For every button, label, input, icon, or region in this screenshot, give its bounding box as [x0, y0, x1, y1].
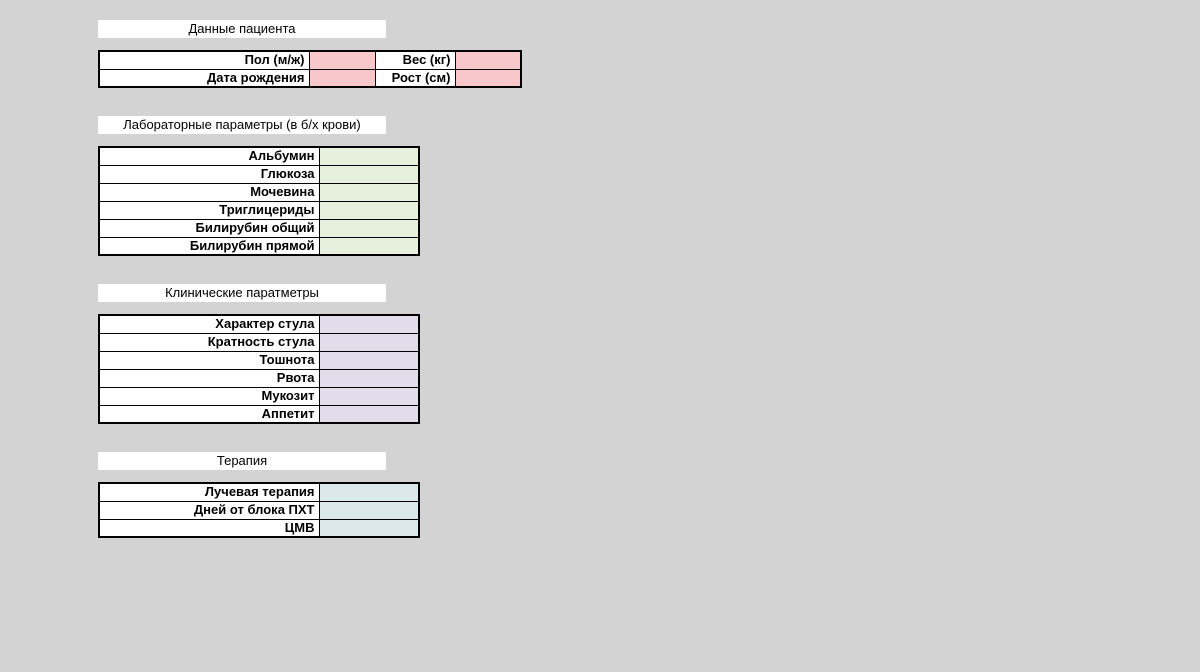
value-appetite[interactable]: [319, 405, 419, 423]
table-row: Глюкоза: [99, 165, 419, 183]
table-row: Кратность стула: [99, 333, 419, 351]
label-weight: Вес (кг): [375, 51, 455, 69]
value-weight[interactable]: [455, 51, 521, 69]
value-days-pht[interactable]: [319, 501, 419, 519]
table-row: Мочевина: [99, 183, 419, 201]
label-albumin: Альбумин: [99, 147, 319, 165]
label-urea: Мочевина: [99, 183, 319, 201]
label-stool-frequency: Кратность стула: [99, 333, 319, 351]
value-urea[interactable]: [319, 183, 419, 201]
value-birthdate[interactable]: [309, 69, 375, 87]
table-row: Мукозит: [99, 387, 419, 405]
label-sex: Пол (м/ж): [99, 51, 309, 69]
label-cmv: ЦМВ: [99, 519, 319, 537]
table-row: Тошнота: [99, 351, 419, 369]
table-therapy: Лучевая терапия Дней от блока ПХТ ЦМВ: [98, 482, 420, 538]
label-appetite: Аппетит: [99, 405, 319, 423]
label-radiation: Лучевая терапия: [99, 483, 319, 501]
value-height[interactable]: [455, 69, 521, 87]
value-bilirubin-direct[interactable]: [319, 237, 419, 255]
section-title-patient: Данные пациента: [98, 20, 386, 38]
label-nausea: Тошнота: [99, 351, 319, 369]
section-lab: Лабораторные параметры (в б/х крови) Аль…: [98, 116, 1200, 256]
table-row: Билирубин прямой: [99, 237, 419, 255]
section-title-lab: Лабораторные параметры (в б/х крови): [98, 116, 386, 134]
table-row: Пол (м/ж) Вес (кг): [99, 51, 521, 69]
value-sex[interactable]: [309, 51, 375, 69]
value-stool-character[interactable]: [319, 315, 419, 333]
value-mucositis[interactable]: [319, 387, 419, 405]
label-glucose: Глюкоза: [99, 165, 319, 183]
section-title-clinical: Клинические паратметры: [98, 284, 386, 302]
label-bilirubin-direct: Билирубин прямой: [99, 237, 319, 255]
value-radiation[interactable]: [319, 483, 419, 501]
table-row: Триглицериды: [99, 201, 419, 219]
table-clinical: Характер стула Кратность стула Тошнота Р…: [98, 314, 420, 424]
table-row: Альбумин: [99, 147, 419, 165]
label-days-pht: Дней от блока ПХТ: [99, 501, 319, 519]
table-row: Дней от блока ПХТ: [99, 501, 419, 519]
value-albumin[interactable]: [319, 147, 419, 165]
value-triglycerides[interactable]: [319, 201, 419, 219]
label-height: Рост (см): [375, 69, 455, 87]
table-row: Характер стула: [99, 315, 419, 333]
table-row: Билирубин общий: [99, 219, 419, 237]
label-triglycerides: Триглицериды: [99, 201, 319, 219]
value-vomiting[interactable]: [319, 369, 419, 387]
value-cmv[interactable]: [319, 519, 419, 537]
section-clinical: Клинические паратметры Характер стула Кр…: [98, 284, 1200, 424]
value-stool-frequency[interactable]: [319, 333, 419, 351]
label-mucositis: Мукозит: [99, 387, 319, 405]
value-glucose[interactable]: [319, 165, 419, 183]
value-nausea[interactable]: [319, 351, 419, 369]
table-row: Лучевая терапия: [99, 483, 419, 501]
label-vomiting: Рвота: [99, 369, 319, 387]
section-therapy: Терапия Лучевая терапия Дней от блока ПХ…: [98, 452, 1200, 538]
value-bilirubin-total[interactable]: [319, 219, 419, 237]
table-lab: Альбумин Глюкоза Мочевина Триглицериды Б…: [98, 146, 420, 256]
section-patient: Данные пациента Пол (м/ж) Вес (кг) Дата …: [98, 20, 1200, 88]
section-title-therapy: Терапия: [98, 452, 386, 470]
table-row: Рвота: [99, 369, 419, 387]
table-row: ЦМВ: [99, 519, 419, 537]
table-patient: Пол (м/ж) Вес (кг) Дата рождения Рост (с…: [98, 50, 522, 88]
label-bilirubin-total: Билирубин общий: [99, 219, 319, 237]
label-birthdate: Дата рождения: [99, 69, 309, 87]
table-row: Дата рождения Рост (см): [99, 69, 521, 87]
label-stool-character: Характер стула: [99, 315, 319, 333]
table-row: Аппетит: [99, 405, 419, 423]
